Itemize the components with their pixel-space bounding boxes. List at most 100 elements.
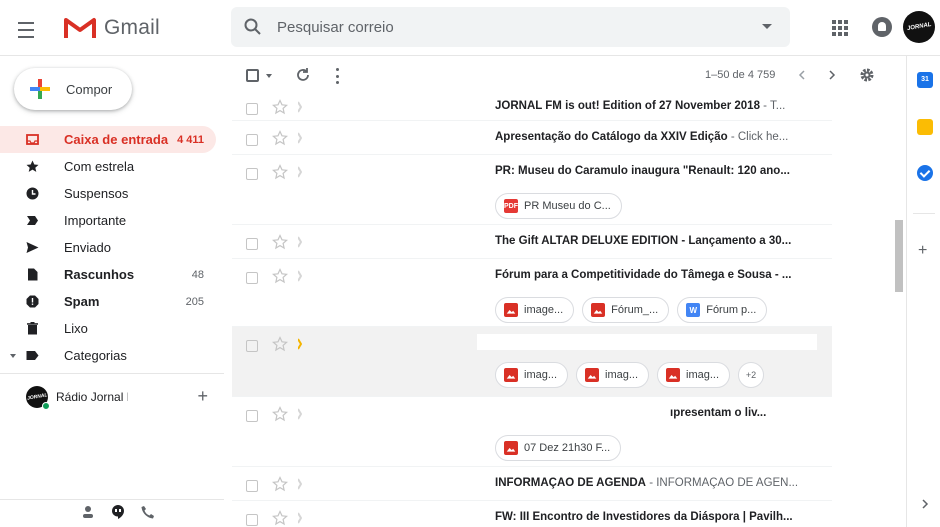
subject-text: ıpresentam o liv... (670, 407, 767, 419)
star-toggle-icon[interactable] (272, 406, 288, 422)
search-icon[interactable] (243, 17, 263, 37)
gmail-m-icon (64, 16, 96, 40)
select-all-checkbox[interactable] (246, 69, 259, 82)
calendar-icon[interactable]: 31 (917, 72, 933, 88)
search-input[interactable] (277, 18, 747, 36)
row-checkbox[interactable] (246, 480, 258, 492)
attachment-name: image... (524, 304, 564, 316)
sidebar-item-suspensos[interactable]: Suspensos (0, 180, 216, 207)
search-options-icon[interactable] (762, 24, 772, 29)
row-checkbox[interactable] (246, 340, 258, 352)
sidebar-item-importante[interactable]: Importante (0, 207, 216, 234)
tasks-icon[interactable] (917, 165, 933, 181)
attachment-name: imag... (686, 369, 720, 381)
message-row[interactable]: The Gift ALTAR DELUXE EDITION - Lançamen… (232, 225, 832, 259)
notifications-icon[interactable] (872, 17, 892, 37)
star-toggle-icon[interactable] (272, 164, 288, 180)
attachment-chip[interactable]: image... (495, 297, 575, 323)
gmail-logo[interactable]: Gmail (64, 13, 160, 43)
importance-marker-icon[interactable] (298, 131, 302, 145)
importance-marker-icon[interactable] (298, 100, 302, 114)
attachment-chip[interactable]: imag... (657, 362, 731, 388)
select-options-icon[interactable] (266, 74, 272, 78)
subject-text: INFORMAÇÃO DE AGENDA (495, 477, 646, 489)
row-checkbox[interactable] (246, 134, 258, 146)
more-attachments-button[interactable]: +2 (738, 362, 765, 388)
star-toggle-icon[interactable] (272, 268, 288, 284)
row-checkbox[interactable] (246, 272, 258, 284)
attachment-chip[interactable]: W Fórum p... (677, 297, 768, 323)
message-row[interactable]: Apresentação do Catálogo da XXIV Edição … (232, 121, 832, 155)
star-toggle-icon[interactable] (272, 234, 288, 250)
keep-icon[interactable] (917, 119, 933, 135)
pagination-range: 1–50 de 4 759 (705, 69, 776, 81)
star-icon (26, 160, 39, 172)
add-addon-icon[interactable]: + (918, 242, 927, 260)
message-row[interactable]: ıpresentam o liv... 07 Dez 21h30 F... (232, 397, 832, 467)
refresh-icon[interactable] (294, 66, 312, 84)
message-row[interactable]: FW: III Encontro de Investidores da Diás… (232, 501, 832, 527)
message-row[interactable]: JORNAL FM is out! Edition of 27 November… (232, 96, 832, 121)
message-row[interactable]: PR: Museu do Caramulo inaugura "Renault:… (232, 155, 832, 225)
sidebar-item-spam[interactable]: Spam 205 (0, 288, 216, 315)
more-options-icon[interactable] (336, 68, 340, 84)
star-toggle-icon[interactable] (272, 510, 288, 526)
account-avatar[interactable]: JORNAL (903, 11, 935, 43)
message-subject: INFORMAÇÃO DE AGENDA - INFORMAÇÃO DE AGE… (495, 477, 825, 489)
hangouts-icon[interactable] (110, 504, 126, 520)
importance-marker-icon[interactable] (298, 337, 302, 351)
expand-panel-icon[interactable] (919, 498, 931, 510)
contacts-icon[interactable] (80, 504, 96, 520)
sidebar-item-rascunhos[interactable]: Rascunhos 48 (0, 261, 216, 288)
phone-icon[interactable] (140, 504, 156, 520)
apps-grid-icon[interactable] (830, 18, 850, 38)
row-checkbox[interactable] (246, 103, 258, 115)
importance-marker-icon[interactable] (298, 269, 302, 283)
search-bar[interactable] (231, 7, 790, 47)
message-row[interactable]: INFORMAÇÃO DE AGENDA - INFORMAÇÃO DE AGE… (232, 467, 832, 501)
menu-icon[interactable] (14, 16, 38, 40)
previous-page-icon[interactable] (794, 67, 810, 83)
scrollbar-thumb[interactable] (895, 220, 903, 292)
star-toggle-icon[interactable] (272, 130, 288, 146)
attachment-chip[interactable]: Fórum_... (582, 297, 670, 323)
sidebar-item-categorias[interactable]: Categorias (0, 342, 216, 369)
attachment-chip[interactable]: 07 Dez 21h30 F... (495, 435, 622, 461)
hangouts-contact[interactable]: JORNAL Rádio Jornal FM + (26, 385, 216, 410)
message-row[interactable]: Fórum para a Competitividade do Tâmega e… (232, 259, 832, 327)
add-contact-icon[interactable]: + (197, 387, 208, 405)
message-subject: PR: Museu do Caramulo inaugura "Renault:… (495, 165, 825, 177)
expand-categories-icon[interactable] (10, 354, 16, 358)
sidebar-item-lixo[interactable]: Lixo (0, 315, 216, 342)
row-checkbox[interactable] (246, 238, 258, 250)
attachment-name: imag... (524, 369, 558, 381)
star-toggle-icon[interactable] (272, 99, 288, 115)
sidebar-item-enviado[interactable]: Enviado (0, 234, 216, 261)
attachment-chip[interactable]: imag... (576, 362, 650, 388)
sidebar-item-caixa-de-entrada[interactable]: Caixa de entrada 4 411 (0, 126, 216, 153)
message-row[interactable]: imag... imag... imag... +2 (232, 327, 832, 397)
importance-marker-icon[interactable] (298, 511, 302, 525)
star-toggle-icon[interactable] (272, 476, 288, 492)
importance-marker-icon[interactable] (298, 477, 302, 491)
row-checkbox[interactable] (246, 410, 258, 422)
attachment-chip[interactable]: PDF PR Museu do C... (495, 193, 622, 219)
inbox-icon (26, 134, 39, 145)
scrollbar[interactable] (892, 96, 906, 527)
row-checkbox[interactable] (246, 168, 258, 180)
attachment-chip[interactable]: imag... (495, 362, 569, 388)
img-file-icon (504, 303, 518, 317)
star-toggle-icon[interactable] (272, 336, 288, 352)
snippet-text: - Click he... (727, 131, 789, 143)
next-page-icon[interactable] (824, 67, 840, 83)
settings-gear-icon[interactable] (858, 66, 876, 84)
draft-icon (28, 268, 38, 281)
subject-text: The Gift ALTAR DELUXE EDITION - Lançamen… (495, 235, 792, 247)
sidebar-item-com-estrela[interactable]: Com estrela (0, 153, 216, 180)
importance-marker-icon[interactable] (298, 165, 302, 179)
compose-button[interactable]: Compor (14, 68, 132, 110)
row-checkbox[interactable] (246, 514, 258, 526)
importance-marker-icon[interactable] (298, 407, 302, 421)
importance-marker-icon[interactable] (298, 235, 302, 249)
hidden-subject-bar (477, 334, 817, 350)
